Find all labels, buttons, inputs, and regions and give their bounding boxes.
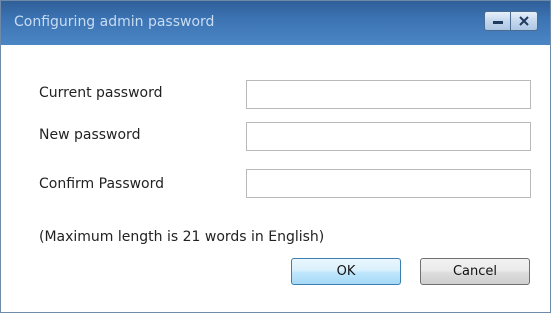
cancel-button[interactable]: Cancel — [420, 258, 530, 285]
minimize-button[interactable] — [484, 11, 511, 31]
ok-button[interactable]: OK — [291, 258, 401, 285]
title-bar[interactable]: Configuring admin password — [1, 1, 550, 45]
window-title: Configuring admin password — [14, 14, 215, 30]
close-icon — [519, 16, 529, 26]
minimize-icon — [492, 21, 503, 24]
current-password-input[interactable] — [246, 80, 531, 109]
close-button[interactable] — [511, 11, 538, 31]
confirm-password-label: Confirm Password — [39, 176, 165, 192]
new-password-label: New password — [39, 127, 141, 143]
current-password-label: Current password — [39, 85, 163, 101]
confirm-password-input[interactable] — [246, 169, 531, 198]
window-controls — [484, 11, 538, 31]
dialog-window: Configuring admin password Current passw… — [0, 0, 551, 313]
length-note: (Maximum length is 21 words in English) — [39, 229, 325, 245]
new-password-input[interactable] — [246, 122, 531, 151]
